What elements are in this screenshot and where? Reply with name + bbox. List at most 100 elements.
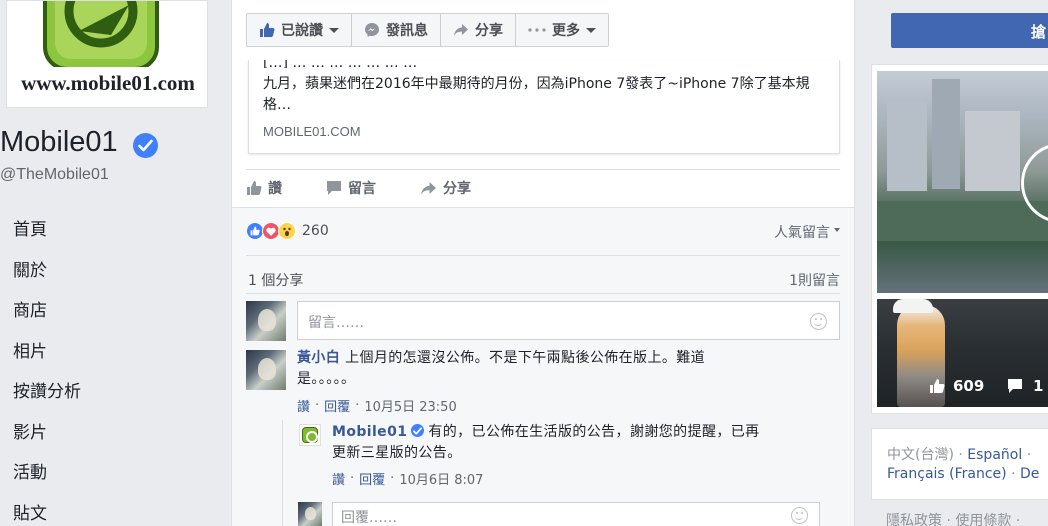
photos-card: 609 1 [871, 64, 1048, 414]
wow-reaction-icon [278, 222, 296, 240]
emoji-icon[interactable] [791, 507, 808, 524]
page-action-bar: 已說讚 發訊息 分享 更多 [232, 0, 854, 64]
thumbs-up-icon [259, 22, 275, 38]
reply-reply-link[interactable]: 回覆 [359, 469, 385, 488]
logo-text: www.mobile01.com [21, 71, 195, 95]
comment-post-button[interactable]: 留言 [326, 176, 376, 200]
page-sidebar: www.mobile01.com Mobile01 @TheMobile01 首… [0, 0, 230, 526]
photo-comment-stat: 1 [1007, 377, 1043, 395]
verified-badge-icon [133, 133, 158, 158]
photo-thumbnail[interactable] [877, 71, 1048, 293]
chevron-down-icon [834, 228, 840, 232]
link-preview-title: […] … … … … … … … [263, 60, 418, 68]
message-button[interactable]: 發訊息 [352, 14, 441, 46]
link-preview-description: 九月，蘋果迷們在2016年中最期待的月份，因為iPhone 7發表了~iPhon… [263, 76, 810, 113]
comment-input[interactable]: 留言…… [297, 301, 840, 340]
comment-author-name[interactable]: 黃小白 [297, 350, 340, 366]
photo-comment-count: 1 [1033, 377, 1044, 395]
verified-badge-icon [411, 424, 425, 437]
messenger-icon [364, 22, 380, 38]
nav-item-about[interactable]: 關於 [0, 251, 230, 292]
reply-author-name[interactable]: Mobile01 [332, 424, 407, 440]
reply-author-avatar[interactable] [299, 424, 321, 446]
comment-like-link[interactable]: 讚 [297, 396, 310, 415]
comment-sort-dropdown[interactable]: 人氣留言 [774, 222, 840, 242]
photo-like-stat: 609 [929, 377, 984, 395]
divider [246, 293, 840, 294]
footer-links: 隱私政策 · 使用條款 · [886, 510, 1020, 526]
comment-bubble-icon [326, 180, 342, 196]
thumbs-up-icon [929, 378, 945, 394]
comment-timestamp[interactable]: 10月5日 23:50 [364, 396, 456, 415]
nav-item-shop[interactable]: 商店 [0, 291, 230, 332]
message-label: 發訊息 [386, 23, 428, 39]
footer-link-terms[interactable]: 使用條款 [955, 513, 1011, 526]
reply-text-line2: 更新三星版的公告。 [332, 445, 462, 461]
share-arrow-icon [453, 23, 469, 37]
footer-link-privacy[interactable]: 隱私政策 [886, 513, 942, 526]
language-link-es[interactable]: Español [967, 447, 1022, 463]
comment-author-avatar[interactable] [246, 350, 286, 390]
nav-item-photos[interactable]: 相片 [0, 332, 230, 373]
reply-meta: 讚 · 回覆 · 10月6日 8:07 [332, 469, 484, 488]
share-post-label: 分享 [443, 181, 471, 197]
comment-text-line2: 是。。。。。 [297, 371, 356, 387]
current-user-avatar[interactable] [298, 502, 322, 526]
comment-count-link[interactable]: 1則留言 [789, 270, 840, 290]
mobile01-logo-icon [302, 427, 318, 443]
primary-action-label: 搶 [1031, 23, 1047, 41]
like-post-label: 讚 [268, 181, 282, 197]
reply-like-link[interactable]: 讚 [332, 469, 345, 488]
share-page-label: 分享 [475, 23, 503, 39]
more-label: 更多 [552, 23, 580, 39]
language-current: 中文(台灣) [887, 447, 954, 463]
nav-item-home[interactable]: 首頁 [0, 210, 230, 251]
right-sidebar: 搶 609 1 中文(台灣) · Español · Français (Fra… [856, 0, 1048, 526]
comment-input-placeholder: 留言…… [308, 315, 364, 331]
page-profile-picture[interactable]: www.mobile01.com [6, 0, 208, 108]
comment-post-label: 留言 [348, 181, 376, 197]
language-card: 中文(台灣) · Español · Français (France) · D… [871, 428, 1048, 500]
comment-text-line1: 上個月的怎還沒公佈。不是下午兩點後公佈在版上。難道 [345, 350, 706, 366]
nav-item-videos[interactable]: 影片 [0, 413, 230, 454]
language-link-fr[interactable]: Français (France) [887, 466, 1007, 482]
primary-action-button[interactable]: 搶 [891, 13, 1048, 48]
link-preview-card[interactable]: […] … … … … … … … 九月，蘋果迷們在2016年中最期待的月份，因… [248, 60, 840, 154]
comment-reply-link[interactable]: 回覆 [324, 396, 350, 415]
nav-item-events[interactable]: 活動 [0, 453, 230, 494]
page-nav: 首頁 關於 商店 相片 按讚分析 影片 活動 貼文 [0, 210, 230, 526]
page-title[interactable]: Mobile01 [0, 126, 118, 159]
reply-text-line1: 有的，已公佈在生活版的公告，謝謝您的提醒，已再 [428, 424, 760, 440]
more-button[interactable]: 更多 [516, 14, 608, 46]
photo-thumbnail[interactable]: 609 1 [877, 299, 1048, 407]
reply-thread-line [282, 420, 283, 526]
page-action-buttons: 已說讚 發訊息 分享 更多 [246, 13, 609, 47]
post-column: 已說讚 發訊息 分享 更多 […] … … … … … … … 九月，蘋果迷們在… [231, 0, 855, 526]
share-page-button[interactable]: 分享 [441, 14, 516, 46]
reaction-count: 260 [302, 223, 329, 239]
like-post-button[interactable]: 讚 [246, 176, 282, 200]
nav-item-likes[interactable]: 按讚分析 [0, 372, 230, 413]
page-handle[interactable]: @TheMobile01 [0, 166, 109, 184]
emoji-icon[interactable] [810, 313, 827, 330]
chevron-down-icon [329, 27, 339, 33]
thumbs-up-icon [246, 180, 262, 196]
post-feedback: 260 人氣留言 1 個分享 1則留言 留言…… 黃小白 上個月的怎還沒公佈。不… [232, 207, 854, 526]
photo-like-count: 609 [953, 377, 985, 395]
share-post-button[interactable]: 分享 [420, 176, 471, 200]
share-arrow-icon [420, 181, 437, 196]
reply-input-placeholder: 回覆…… [341, 510, 397, 526]
link-preview-domain: MOBILE01.COM [263, 124, 361, 139]
liked-button[interactable]: 已說讚 [247, 14, 352, 46]
comment-sort-label: 人氣留言 [774, 225, 830, 241]
post-actions: 讚 留言 分享 [246, 176, 515, 200]
share-count-link[interactable]: 1 個分享 [248, 270, 303, 290]
language-link-de[interactable]: De [1020, 466, 1039, 482]
reply-input[interactable]: 回覆…… [332, 502, 820, 526]
reply-timestamp[interactable]: 10月6日 8:07 [399, 469, 483, 488]
reply-body: Mobile01 有的，已公佈在生活版的公告，謝謝您的提醒，已再 更新三星版的公告… [332, 422, 812, 464]
chevron-down-icon [586, 27, 596, 33]
nav-item-posts[interactable]: 貼文 [0, 494, 230, 526]
current-user-avatar[interactable] [246, 301, 286, 341]
reaction-summary[interactable]: 260 [246, 222, 329, 240]
